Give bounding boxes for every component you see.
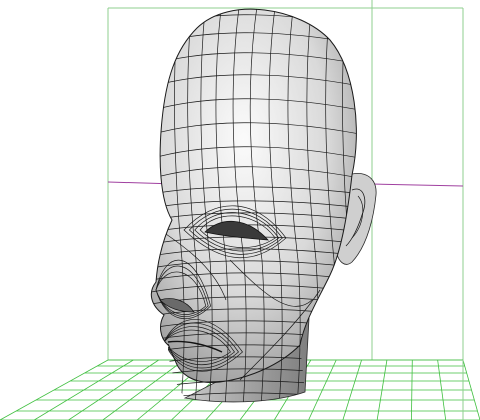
- head-shape: [150, 8, 357, 384]
- 3d-viewport[interactable]: [0, 0, 480, 420]
- viewport-canvas[interactable]: [0, 0, 480, 420]
- head-mesh[interactable]: [140, 0, 377, 420]
